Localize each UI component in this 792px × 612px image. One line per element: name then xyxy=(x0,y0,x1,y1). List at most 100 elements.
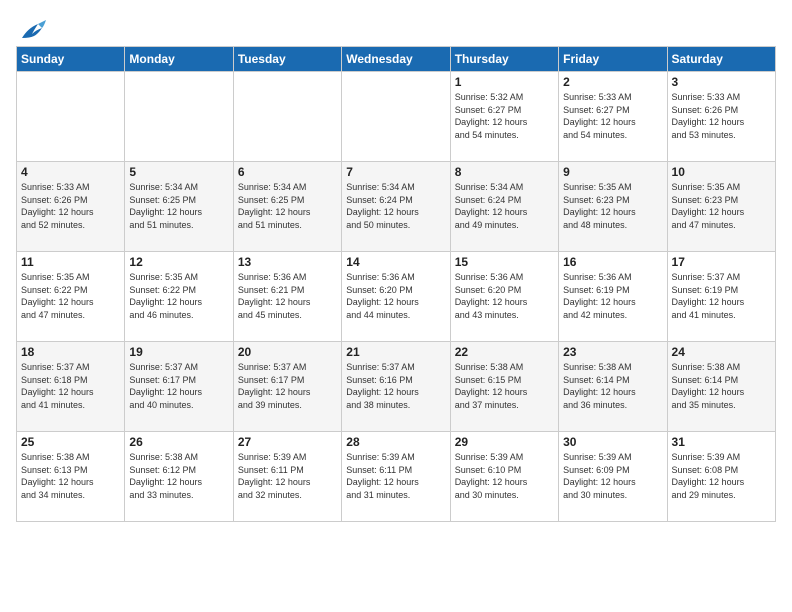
calendar-week-row: 25 Sunrise: 5:38 AM Sunset: 6:13 PM Dayli… xyxy=(17,432,776,522)
header-sunday: Sunday xyxy=(17,47,125,72)
day-info: Sunrise: 5:36 AM Sunset: 6:21 PM Dayligh… xyxy=(238,271,337,321)
calendar-cell xyxy=(125,72,233,162)
calendar-cell: 13 Sunrise: 5:36 AM Sunset: 6:21 PM Dayli… xyxy=(233,252,341,342)
day-info: Sunrise: 5:36 AM Sunset: 6:20 PM Dayligh… xyxy=(455,271,554,321)
day-info: Sunrise: 5:38 AM Sunset: 6:12 PM Dayligh… xyxy=(129,451,228,501)
day-number: 10 xyxy=(672,165,771,179)
calendar-cell: 8 Sunrise: 5:34 AM Sunset: 6:24 PM Daylig… xyxy=(450,162,558,252)
calendar-cell: 23 Sunrise: 5:38 AM Sunset: 6:14 PM Dayli… xyxy=(559,342,667,432)
day-info: Sunrise: 5:37 AM Sunset: 6:18 PM Dayligh… xyxy=(21,361,120,411)
day-info: Sunrise: 5:33 AM Sunset: 6:27 PM Dayligh… xyxy=(563,91,662,141)
calendar-cell: 22 Sunrise: 5:38 AM Sunset: 6:15 PM Dayli… xyxy=(450,342,558,432)
calendar-cell: 20 Sunrise: 5:37 AM Sunset: 6:17 PM Dayli… xyxy=(233,342,341,432)
day-info: Sunrise: 5:35 AM Sunset: 6:22 PM Dayligh… xyxy=(21,271,120,321)
day-number: 13 xyxy=(238,255,337,269)
day-number: 16 xyxy=(563,255,662,269)
day-info: Sunrise: 5:38 AM Sunset: 6:14 PM Dayligh… xyxy=(563,361,662,411)
header-monday: Monday xyxy=(125,47,233,72)
day-info: Sunrise: 5:36 AM Sunset: 6:19 PM Dayligh… xyxy=(563,271,662,321)
day-number: 21 xyxy=(346,345,445,359)
day-info: Sunrise: 5:35 AM Sunset: 6:23 PM Dayligh… xyxy=(672,181,771,231)
day-number: 19 xyxy=(129,345,228,359)
calendar-cell: 31 Sunrise: 5:39 AM Sunset: 6:08 PM Dayli… xyxy=(667,432,775,522)
day-number: 30 xyxy=(563,435,662,449)
page-header xyxy=(16,16,776,38)
day-number: 28 xyxy=(346,435,445,449)
calendar-cell: 3Sunrise: 5:33 AM Sunset: 6:26 PM Daylig… xyxy=(667,72,775,162)
calendar-cell: 5 Sunrise: 5:34 AM Sunset: 6:25 PM Daylig… xyxy=(125,162,233,252)
calendar-cell: 4 Sunrise: 5:33 AM Sunset: 6:26 PM Daylig… xyxy=(17,162,125,252)
calendar-cell: 16 Sunrise: 5:36 AM Sunset: 6:19 PM Dayli… xyxy=(559,252,667,342)
day-info: Sunrise: 5:38 AM Sunset: 6:14 PM Dayligh… xyxy=(672,361,771,411)
day-info: Sunrise: 5:39 AM Sunset: 6:09 PM Dayligh… xyxy=(563,451,662,501)
header-wednesday: Wednesday xyxy=(342,47,450,72)
day-number: 17 xyxy=(672,255,771,269)
calendar-cell: 28Sunrise: 5:39 AM Sunset: 6:11 PM Dayli… xyxy=(342,432,450,522)
day-info: Sunrise: 5:32 AM Sunset: 6:27 PM Dayligh… xyxy=(455,91,554,141)
day-info: Sunrise: 5:34 AM Sunset: 6:25 PM Dayligh… xyxy=(129,181,228,231)
day-info: Sunrise: 5:37 AM Sunset: 6:17 PM Dayligh… xyxy=(238,361,337,411)
calendar-cell: 9 Sunrise: 5:35 AM Sunset: 6:23 PM Daylig… xyxy=(559,162,667,252)
day-info: Sunrise: 5:35 AM Sunset: 6:22 PM Dayligh… xyxy=(129,271,228,321)
calendar-header-row: SundayMondayTuesdayWednesdayThursdayFrid… xyxy=(17,47,776,72)
day-number: 2 xyxy=(563,75,662,89)
calendar-cell: 24 Sunrise: 5:38 AM Sunset: 6:14 PM Dayli… xyxy=(667,342,775,432)
calendar-cell: 26Sunrise: 5:38 AM Sunset: 6:12 PM Dayli… xyxy=(125,432,233,522)
day-number: 5 xyxy=(129,165,228,179)
day-number: 7 xyxy=(346,165,445,179)
day-info: Sunrise: 5:35 AM Sunset: 6:23 PM Dayligh… xyxy=(563,181,662,231)
day-number: 1 xyxy=(455,75,554,89)
calendar-cell: 19 Sunrise: 5:37 AM Sunset: 6:17 PM Dayli… xyxy=(125,342,233,432)
day-info: Sunrise: 5:36 AM Sunset: 6:20 PM Dayligh… xyxy=(346,271,445,321)
calendar-cell: 1 Sunrise: 5:32 AM Sunset: 6:27 PM Daylig… xyxy=(450,72,558,162)
calendar-table: SundayMondayTuesdayWednesdayThursdayFrid… xyxy=(16,46,776,522)
calendar-week-row: 18 Sunrise: 5:37 AM Sunset: 6:18 PM Dayli… xyxy=(17,342,776,432)
day-info: Sunrise: 5:38 AM Sunset: 6:15 PM Dayligh… xyxy=(455,361,554,411)
calendar-cell xyxy=(342,72,450,162)
header-saturday: Saturday xyxy=(667,47,775,72)
calendar-week-row: 4 Sunrise: 5:33 AM Sunset: 6:26 PM Daylig… xyxy=(17,162,776,252)
day-number: 29 xyxy=(455,435,554,449)
day-number: 20 xyxy=(238,345,337,359)
day-info: Sunrise: 5:34 AM Sunset: 6:24 PM Dayligh… xyxy=(455,181,554,231)
day-number: 6 xyxy=(238,165,337,179)
day-number: 25 xyxy=(21,435,120,449)
calendar-cell: 30 Sunrise: 5:39 AM Sunset: 6:09 PM Dayli… xyxy=(559,432,667,522)
day-number: 24 xyxy=(672,345,771,359)
calendar-cell: 10 Sunrise: 5:35 AM Sunset: 6:23 PM Dayli… xyxy=(667,162,775,252)
calendar-week-row: 1 Sunrise: 5:32 AM Sunset: 6:27 PM Daylig… xyxy=(17,72,776,162)
day-number: 9 xyxy=(563,165,662,179)
calendar-cell: 2 Sunrise: 5:33 AM Sunset: 6:27 PM Daylig… xyxy=(559,72,667,162)
calendar-cell: 21 Sunrise: 5:37 AM Sunset: 6:16 PM Dayli… xyxy=(342,342,450,432)
day-info: Sunrise: 5:37 AM Sunset: 6:17 PM Dayligh… xyxy=(129,361,228,411)
day-info: Sunrise: 5:39 AM Sunset: 6:08 PM Dayligh… xyxy=(672,451,771,501)
day-number: 31 xyxy=(672,435,771,449)
day-info: Sunrise: 5:38 AM Sunset: 6:13 PM Dayligh… xyxy=(21,451,120,501)
day-info: Sunrise: 5:34 AM Sunset: 6:24 PM Dayligh… xyxy=(346,181,445,231)
calendar-cell xyxy=(233,72,341,162)
header-tuesday: Tuesday xyxy=(233,47,341,72)
calendar-cell: 11 Sunrise: 5:35 AM Sunset: 6:22 PM Dayli… xyxy=(17,252,125,342)
calendar-cell xyxy=(17,72,125,162)
day-info: Sunrise: 5:33 AM Sunset: 6:26 PM Dayligh… xyxy=(21,181,120,231)
calendar-cell: 7 Sunrise: 5:34 AM Sunset: 6:24 PM Daylig… xyxy=(342,162,450,252)
calendar-cell: 6Sunrise: 5:34 AM Sunset: 6:25 PM Daylig… xyxy=(233,162,341,252)
day-number: 23 xyxy=(563,345,662,359)
day-number: 11 xyxy=(21,255,120,269)
day-number: 8 xyxy=(455,165,554,179)
header-thursday: Thursday xyxy=(450,47,558,72)
day-info: Sunrise: 5:37 AM Sunset: 6:19 PM Dayligh… xyxy=(672,271,771,321)
day-number: 22 xyxy=(455,345,554,359)
day-number: 27 xyxy=(238,435,337,449)
day-info: Sunrise: 5:33 AM Sunset: 6:26 PM Dayligh… xyxy=(672,91,771,141)
calendar-cell: 14Sunrise: 5:36 AM Sunset: 6:20 PM Dayli… xyxy=(342,252,450,342)
header-friday: Friday xyxy=(559,47,667,72)
day-number: 4 xyxy=(21,165,120,179)
calendar-cell: 17 Sunrise: 5:37 AM Sunset: 6:19 PM Dayli… xyxy=(667,252,775,342)
day-number: 12 xyxy=(129,255,228,269)
day-info: Sunrise: 5:39 AM Sunset: 6:11 PM Dayligh… xyxy=(238,451,337,501)
day-number: 18 xyxy=(21,345,120,359)
logo-bird-icon xyxy=(18,20,46,42)
calendar-cell: 18 Sunrise: 5:37 AM Sunset: 6:18 PM Dayli… xyxy=(17,342,125,432)
day-info: Sunrise: 5:37 AM Sunset: 6:16 PM Dayligh… xyxy=(346,361,445,411)
